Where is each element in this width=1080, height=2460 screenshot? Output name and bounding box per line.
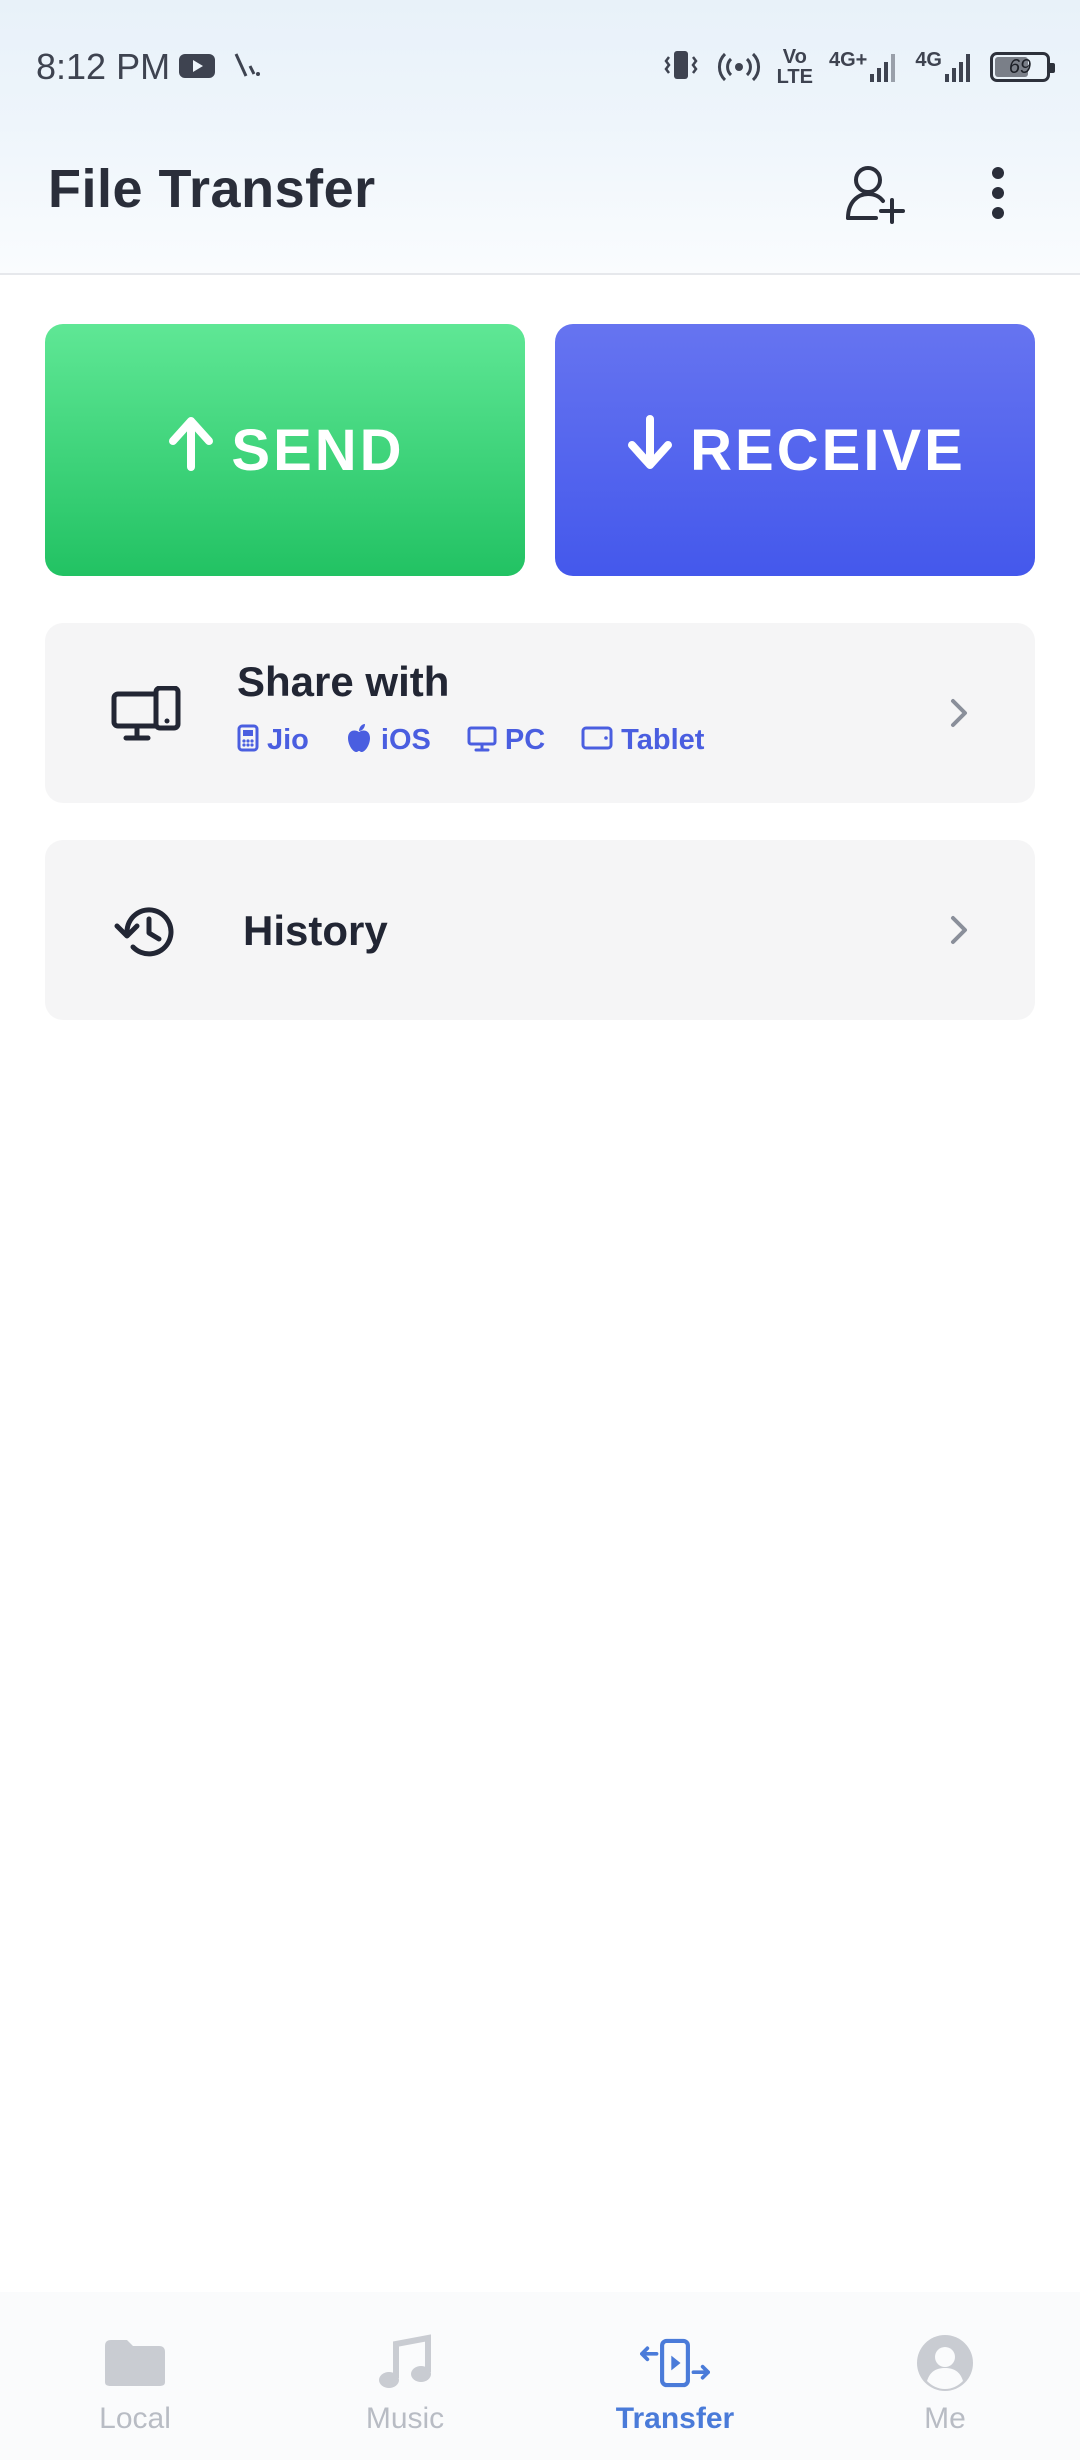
nav-item-me[interactable]: Me	[810, 2292, 1080, 2460]
tablet-icon	[581, 724, 613, 757]
arrow-down-icon	[624, 415, 676, 485]
arrow-up-icon	[165, 415, 217, 485]
platform-pc: PC	[467, 724, 545, 757]
music-note-icon	[370, 2332, 440, 2394]
platform-list: Jio iOS PC Tablet	[237, 723, 740, 758]
youtube-icon	[178, 52, 216, 85]
volte-label-bottom: LTE	[776, 66, 813, 88]
page-title: File Transfer	[48, 159, 376, 219]
nav-label-me: Me	[924, 2402, 966, 2435]
jio-phone-icon	[237, 724, 259, 757]
profile-icon	[910, 2332, 980, 2394]
platform-label: PC	[504, 724, 546, 756]
send-button[interactable]: SEND	[45, 324, 525, 576]
signal-sim2: 4G	[915, 50, 974, 84]
more-vert-icon	[988, 165, 1008, 226]
chevron-right-icon	[939, 693, 979, 733]
receive-label: RECEIVE	[690, 417, 966, 483]
nav-item-transfer[interactable]: Transfer	[540, 2292, 810, 2460]
send-label: SEND	[231, 417, 405, 483]
pc-icon	[467, 724, 497, 757]
nav-label-local: Local	[99, 2402, 171, 2435]
apple-icon	[345, 723, 373, 758]
folder-icon	[100, 2332, 170, 2394]
receive-button[interactable]: RECEIVE	[555, 324, 1035, 576]
hotspot-icon	[717, 45, 761, 90]
history-card[interactable]: History	[45, 840, 1035, 1020]
volte-indicator: Vo LTE	[777, 47, 813, 87]
volte-label-top: Vo	[782, 46, 807, 68]
status-bar: 8:12 PM Vo LTE 4G+ 4G 69	[0, 0, 1080, 135]
platform-label: Jio	[267, 724, 309, 756]
platform-ios: iOS	[345, 723, 431, 758]
platform-tablet: Tablet	[581, 724, 704, 757]
platform-label: Tablet	[621, 724, 705, 756]
devices-icon	[109, 678, 183, 752]
signal-bars-icon	[870, 54, 896, 82]
signal-bars-icon	[945, 54, 970, 82]
nav-item-music[interactable]: Music	[270, 2292, 540, 2460]
vibrate-icon	[661, 45, 701, 90]
battery-icon: 69	[990, 52, 1055, 82]
share-with-card[interactable]: Share with Jio iOS PC Tablet	[45, 623, 1035, 803]
platform-jio: Jio	[237, 724, 309, 757]
missed-call-icon	[232, 52, 262, 85]
add-user-button[interactable]	[830, 150, 920, 240]
network-type-sim2: 4G	[915, 49, 942, 71]
add-user-icon	[842, 160, 908, 231]
more-options-button[interactable]	[953, 150, 1043, 240]
share-with-title: Share with	[237, 658, 450, 705]
history-icon	[109, 895, 183, 969]
screen: 8:12 PM Vo LTE 4G+ 4G 69 File Transfer S…	[0, 0, 1080, 2460]
nav-item-local[interactable]: Local	[0, 2292, 270, 2460]
status-time: 8:12 PM	[36, 46, 171, 87]
bottom-nav: Local Music Transfer Me	[0, 2292, 1080, 2460]
battery-percent: 69	[1008, 55, 1032, 78]
nav-label-transfer: Transfer	[615, 2402, 735, 2435]
status-right-icons: Vo LTE 4G+ 4G 69	[661, 44, 1055, 90]
chevron-right-icon	[939, 910, 979, 950]
platform-label: iOS	[380, 724, 431, 756]
nav-label-music: Music	[365, 2402, 445, 2435]
transfer-icon	[640, 2332, 710, 2394]
signal-sim1: 4G+	[829, 50, 899, 84]
history-title: History	[243, 907, 388, 954]
network-type-sim1: 4G+	[828, 49, 868, 71]
